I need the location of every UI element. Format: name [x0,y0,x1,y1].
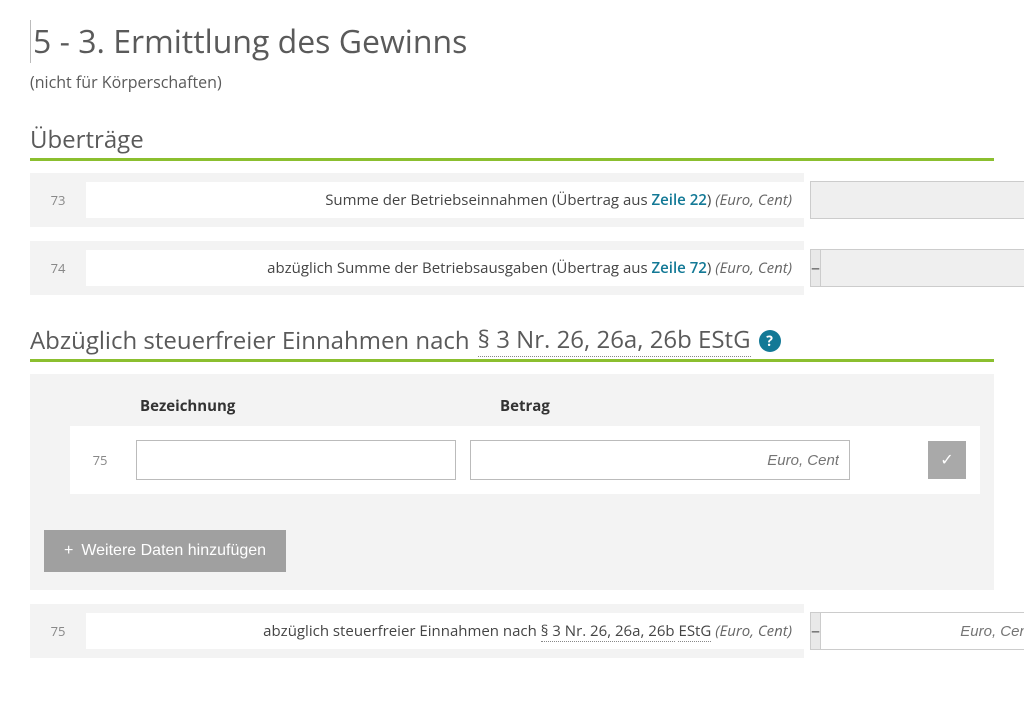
help-icon[interactable]: ? [759,330,781,352]
input-steuerfrei-sum[interactable] [820,612,1024,650]
row-line-73: 73 Summe der Betriebseinnahmen (Übertrag… [30,173,994,227]
add-row-button[interactable]: + Weitere Daten hinzufügen [44,530,286,572]
col-betrag: Betrag [500,396,880,416]
row-label: Summe der Betriebseinnahmen (Übertrag au… [86,182,804,218]
plus-icon: + [64,542,73,560]
input-betrag[interactable] [470,440,850,480]
add-row-label: Weitere Daten hinzufügen [81,542,266,560]
input-betriebseinnahmen[interactable] [810,181,1024,219]
page-subtitle: (nicht für Körperschaften) [30,71,994,93]
row-line-75-sum: 75 abzüglich steuerfreier Einnahmen nach… [30,604,994,658]
entry-row: 75 ✓ [70,426,980,494]
line-number: 75 [78,451,122,469]
minus-icon: – [810,612,820,650]
row-line-74: 74 abzüglich Summe der Betriebsausgaben … [30,241,994,295]
law-reference: § 3 Nr. 26, 26a, 26b EStG [478,323,751,357]
divider [30,359,994,362]
input-bezeichnung[interactable] [136,440,456,480]
input-betriebsausgaben[interactable] [820,249,1024,287]
column-headers: Bezeichnung Betrag [30,374,994,426]
line-number: 74 [30,241,86,295]
link-zeile-72[interactable]: Zeile 72 [652,258,707,278]
minus-icon: – [810,249,820,287]
row-label: abzüglich Summe der Betriebsausgaben (Üb… [86,250,804,286]
confirm-button[interactable]: ✓ [928,441,966,479]
page-title: 5 - 3. Ermittlung des Gewinns [30,20,994,63]
section-heading-steuerfrei: Abzüglich steuerfreier Einnahmen nach § … [30,323,751,357]
entry-block: Bezeichnung Betrag 75 ✓ + Weitere Daten … [30,374,994,590]
link-zeile-22[interactable]: Zeile 22 [652,190,707,210]
col-bezeichnung: Bezeichnung [140,396,500,416]
line-number: 75 [30,604,86,658]
section-heading-uebertraege: Überträge [30,123,144,156]
line-number: 73 [30,173,86,227]
check-icon: ✓ [940,450,953,470]
row-label: abzüglich steuerfreier Einnahmen nach § … [86,613,804,649]
divider [30,158,994,161]
